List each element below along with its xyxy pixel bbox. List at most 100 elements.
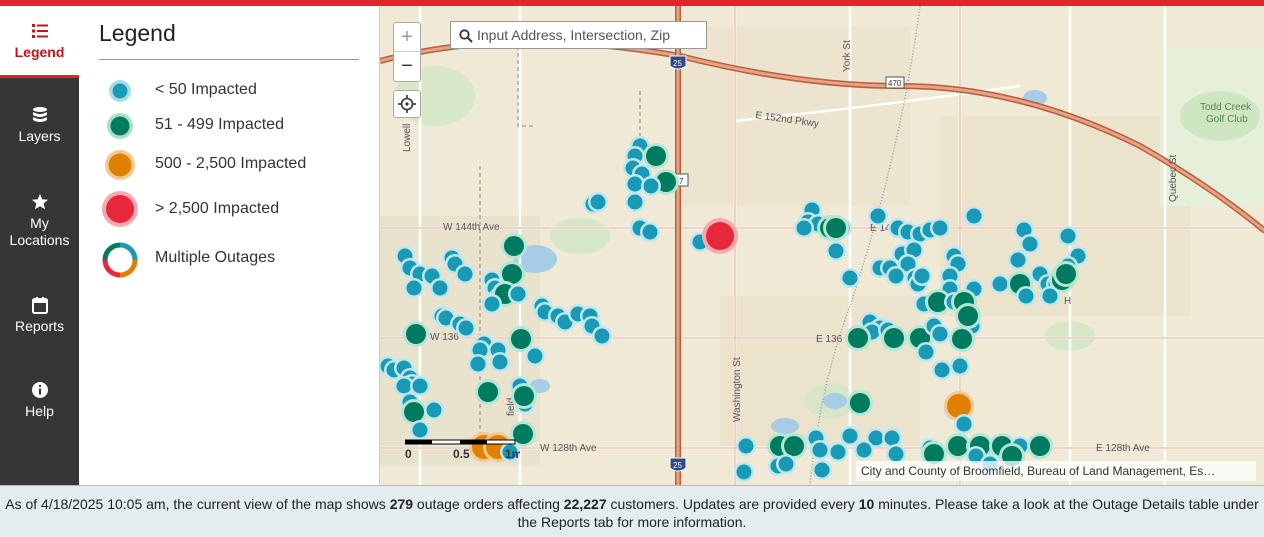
outage-marker-medium[interactable] xyxy=(881,325,907,351)
legend-panel: Legend < 50 Impacted 51 - 499 Impacted 5… xyxy=(79,6,379,485)
outage-map[interactable]: 25 25 470 7 E 152nd Pkwy W 144th Ave W 1… xyxy=(379,6,1264,485)
legend-item-over-2500: > 2,500 Impacted xyxy=(99,189,369,229)
outage-marker-small[interactable] xyxy=(954,414,974,434)
outage-marker-small[interactable] xyxy=(912,266,932,286)
outage-marker-small[interactable] xyxy=(812,460,832,480)
orange-dot-icon xyxy=(105,150,135,180)
outage-marker-small[interactable] xyxy=(794,218,814,238)
legend-item-51-499: 51 - 499 Impacted xyxy=(99,110,369,150)
outage-marker-small[interactable] xyxy=(1016,286,1036,306)
locate-button[interactable] xyxy=(393,90,421,118)
outage-marker-small[interactable] xyxy=(840,268,860,288)
nav-item-reports[interactable]: Reports xyxy=(0,296,79,334)
outage-marker-small[interactable] xyxy=(736,436,756,456)
nav-item-layers[interactable]: Layers xyxy=(0,106,79,144)
map-attribution: City and County of Broomfield, Bureau of… xyxy=(856,461,1256,481)
outage-marker-small[interactable] xyxy=(1058,226,1078,246)
status-footer: As of 4/18/2025 10:05 am, the current vi… xyxy=(0,485,1264,537)
outage-marker-medium[interactable] xyxy=(845,325,871,351)
nav-label-my-locations: My Locations xyxy=(9,215,70,248)
outage-marker-small[interactable] xyxy=(456,318,476,338)
scale-label-start: 0 xyxy=(405,447,412,461)
outage-marker-medium[interactable] xyxy=(955,303,981,329)
nav-label-legend: Legend xyxy=(14,44,65,60)
red-dot-icon xyxy=(102,191,138,227)
nav-item-my-locations[interactable]: My Locations xyxy=(0,193,79,249)
outage-marker-small[interactable] xyxy=(1020,234,1040,254)
scale-bar: 0 0.5 1mi xyxy=(404,436,526,466)
nav-label-reports: Reports xyxy=(14,318,65,334)
star-icon xyxy=(31,194,48,210)
outage-marker-small[interactable] xyxy=(826,241,846,261)
outage-marker-medium[interactable] xyxy=(511,383,537,409)
outage-marker-small[interactable] xyxy=(525,346,545,366)
scale-label-unit: 1mi xyxy=(505,447,520,461)
outage-marker-small[interactable] xyxy=(482,294,502,314)
outage-marker-medium[interactable] xyxy=(1027,433,1053,459)
outage-marker-small[interactable] xyxy=(640,222,660,242)
outage-marker-small[interactable] xyxy=(868,206,888,226)
outage-marker-small[interactable] xyxy=(1008,250,1028,270)
legend-label: > 2,500 Impacted xyxy=(155,200,280,217)
crosshair-icon xyxy=(398,95,416,113)
outage-marker-medium[interactable] xyxy=(847,390,873,416)
legend-label: 51 - 499 Impacted xyxy=(155,116,284,133)
outage-marker-small[interactable] xyxy=(950,356,970,376)
multi-ring-icon xyxy=(102,242,138,278)
footer-text: As of 4/18/2025 10:05 am, the current vi… xyxy=(5,496,390,512)
outage-marker-small[interactable] xyxy=(854,440,874,460)
nav-label-help: Help xyxy=(25,403,54,419)
outage-marker-small[interactable] xyxy=(828,442,848,462)
outage-marker-small[interactable] xyxy=(810,440,830,460)
outage-map-app: Legend Layers My Locations Reports Help … xyxy=(0,0,1264,537)
legend-label: 500 - 2,500 Impacted xyxy=(155,155,307,172)
outage-marker-small[interactable] xyxy=(930,324,950,344)
outage-marker-small[interactable] xyxy=(404,278,424,298)
blue-dot-icon xyxy=(109,80,131,102)
nav-item-legend[interactable]: Legend xyxy=(0,6,79,78)
outage-marker-small[interactable] xyxy=(916,342,936,362)
outage-marker-medium[interactable] xyxy=(823,215,849,241)
green-dot-icon xyxy=(107,113,133,139)
outage-marker-medium[interactable] xyxy=(403,321,429,347)
outage-marker-small[interactable] xyxy=(625,192,645,212)
zoom-out-button[interactable]: − xyxy=(394,52,420,81)
outage-marker-small[interactable] xyxy=(468,354,488,374)
outage-marker-small[interactable] xyxy=(776,454,796,474)
outage-marker-small[interactable] xyxy=(588,192,608,212)
outage-marker-medium[interactable] xyxy=(1053,261,1079,287)
outage-marker-small[interactable] xyxy=(430,278,450,298)
outage-marker-small[interactable] xyxy=(592,326,612,346)
outage-marker-small[interactable] xyxy=(455,264,475,284)
calendar-icon xyxy=(31,297,48,314)
outage-marker-small[interactable] xyxy=(1040,286,1060,306)
outage-marker-small[interactable] xyxy=(734,462,754,482)
outage-marker-small[interactable] xyxy=(964,206,984,226)
outage-marker-medium[interactable] xyxy=(501,233,527,259)
outage-marker-small[interactable] xyxy=(886,266,906,286)
list-icon xyxy=(31,24,48,38)
outage-marker-medium[interactable] xyxy=(475,379,501,405)
nav-item-help[interactable]: Help xyxy=(0,381,79,419)
scale-label-mid: 0.5 xyxy=(453,447,470,461)
footer-text: customers. Updates are provided every xyxy=(606,496,859,512)
outage-marker-medium[interactable] xyxy=(949,326,975,352)
legend-label: Multiple Outages xyxy=(155,249,276,266)
legend-title: Legend xyxy=(99,20,176,46)
zoom-in-button[interactable]: + xyxy=(394,23,420,52)
sidebar-nav: Legend Layers My Locations Reports Help xyxy=(0,6,79,485)
search-icon xyxy=(459,29,473,43)
outage-marker-medium[interactable] xyxy=(643,143,669,169)
footer-text: outage orders affecting xyxy=(413,496,564,512)
outage-marker-small[interactable] xyxy=(930,218,950,238)
address-search xyxy=(450,21,707,49)
outage-marker-small[interactable] xyxy=(424,400,444,420)
search-input[interactable] xyxy=(477,25,702,45)
outage-marker-xlarge[interactable] xyxy=(702,218,738,254)
outage-marker-small[interactable] xyxy=(641,176,661,196)
outage-marker-small[interactable] xyxy=(508,284,528,304)
layers-icon xyxy=(32,107,47,122)
outage-marker-small[interactable] xyxy=(490,352,510,372)
info-icon xyxy=(31,382,48,398)
outage-marker-small[interactable] xyxy=(932,360,952,380)
